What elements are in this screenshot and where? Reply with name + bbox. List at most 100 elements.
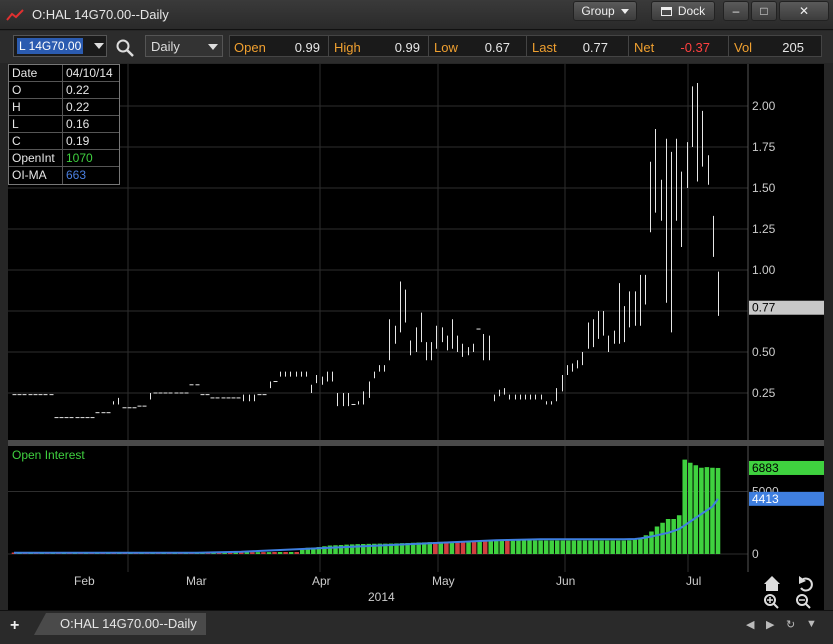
oi-bar <box>449 541 455 554</box>
minimize-icon: ‒ <box>732 4 740 18</box>
data-window-value: 0.22 <box>66 100 90 114</box>
data-window-row: H 0.22 <box>9 99 119 116</box>
tab-menu-icon[interactable]: ▼ <box>806 618 817 630</box>
price-tick-label: 2.00 <box>752 99 776 113</box>
quote-divider <box>628 36 629 56</box>
year-label: 2014 <box>368 590 395 604</box>
net-value: -0.37 <box>680 40 710 55</box>
data-window-row: O 0.22 <box>9 82 119 99</box>
chart-toolbar: L 14G70.00 Daily Open 0.99 High 0.99 Low… <box>0 31 833 63</box>
workspace-tab-bar: + O:HAL 14G70.00--Daily ◀ ▶ ↻ ▼ <box>0 610 833 644</box>
oi-bar <box>549 540 554 554</box>
last-label: Last <box>532 40 557 55</box>
oi-bar <box>654 526 660 554</box>
home-icon[interactable] <box>764 576 780 591</box>
oi-bar <box>527 540 532 554</box>
close-button[interactable]: ✕ <box>779 1 829 21</box>
data-window-value: 0.16 <box>66 117 90 131</box>
oi-bar <box>299 549 305 554</box>
open-interest-title: Open Interest <box>12 448 85 462</box>
tab-refresh-icon[interactable]: ↻ <box>786 618 795 631</box>
price-tick-label: 1.75 <box>752 140 776 154</box>
data-window: Date 04/10/14 O 0.22 H 0.22 L 0.16 C 0.19 OpenInt 1… <box>8 64 120 185</box>
oi-bar <box>532 540 538 554</box>
price-chart-pane[interactable]: 2.00 1.75 1.50 1.25 1.00 0.50 0.25 0.77 <box>8 64 824 440</box>
price-tick-label: 0.25 <box>752 386 776 400</box>
add-tab-icon[interactable]: + <box>10 617 19 635</box>
oi-bar <box>493 540 499 554</box>
date-axis[interactable]: Feb Mar Apr May Jun Jul 2014 <box>8 572 824 610</box>
oi-bar <box>261 552 266 554</box>
oi-bar <box>632 539 638 554</box>
symbol-dropdown-icon[interactable] <box>94 43 104 49</box>
chevron-down-icon <box>620 8 629 14</box>
chevron-down-icon <box>208 44 218 50</box>
oi-bar <box>521 540 527 554</box>
data-window-key: L <box>9 116 63 132</box>
quote-bar: Open 0.99 High 0.99 Low 0.67 Last 0.77 N… <box>229 35 822 57</box>
quote-divider <box>526 36 527 56</box>
data-window-value: 04/10/14 <box>66 66 113 80</box>
oi-bar <box>554 540 560 554</box>
oi-bar <box>516 540 521 554</box>
oi-bar <box>693 465 699 554</box>
oi-bar <box>477 541 482 554</box>
oi-bar <box>627 540 632 554</box>
price-chart[interactable]: 2.00 1.75 1.50 1.25 1.00 0.50 0.25 0.77 <box>8 64 824 440</box>
low-value: 0.67 <box>484 40 510 55</box>
oi-bar <box>599 540 604 554</box>
tab-next-icon[interactable]: ▶ <box>766 618 774 631</box>
oi-bar <box>582 540 588 554</box>
dock-button[interactable]: Dock <box>651 1 715 21</box>
chart-nav-controls <box>764 576 813 609</box>
tab-prev-icon[interactable]: ◀ <box>746 618 754 631</box>
date-tick-label: Apr <box>312 574 331 588</box>
data-window-row: Date 04/10/14 <box>9 65 119 82</box>
dock-label: Dock <box>677 4 706 18</box>
minimize-button[interactable]: ‒ <box>723 1 749 21</box>
oi-bar <box>499 540 505 554</box>
title-bar[interactable]: O:HAL 14G70.00--Daily Group Dock ‒ □ ✕ <box>0 0 833 30</box>
oi-bar <box>488 541 493 554</box>
open-interest-pane[interactable]: 5000 0 6883 4413 <box>8 446 824 572</box>
data-window-row: OpenInt 1070 <box>9 150 119 167</box>
low-label: Low <box>434 40 458 55</box>
search-icon[interactable] <box>115 38 135 58</box>
data-window-key: Date <box>9 65 63 81</box>
tab-label: O:HAL 14G70.00--Daily <box>60 616 197 631</box>
undo-icon[interactable] <box>799 576 813 592</box>
tab-chart[interactable]: O:HAL 14G70.00--Daily <box>34 613 206 635</box>
oi-bar <box>688 462 693 554</box>
date-tick-label: Mar <box>186 574 207 588</box>
oi-bar <box>699 467 704 554</box>
oi-bar <box>505 540 510 554</box>
date-tick-label: Feb <box>74 574 95 588</box>
oi-bar <box>566 540 571 554</box>
data-window-value: 663 <box>66 168 87 182</box>
oi-bar <box>710 467 715 554</box>
oi-bar <box>604 540 610 554</box>
zoom-in-icon[interactable] <box>764 594 779 609</box>
oi-bar <box>283 552 288 554</box>
oi-bar <box>510 540 516 554</box>
symbol-value: L 14G70.00 <box>17 38 84 54</box>
oi-bar <box>288 552 294 554</box>
quote-divider <box>728 36 729 56</box>
vol-label: Vol <box>734 40 753 55</box>
data-window-row: OI-MA 663 <box>9 167 119 184</box>
data-window-key: C <box>9 133 63 149</box>
oi-bar <box>272 552 277 554</box>
price-tick-label: 1.00 <box>752 263 776 277</box>
open-interest-chart[interactable]: 5000068834413 <box>8 446 824 572</box>
maximize-button[interactable]: □ <box>751 1 777 21</box>
group-button[interactable]: Group <box>573 1 637 21</box>
data-window-row: C 0.19 <box>9 133 119 150</box>
oi-bar <box>649 531 654 554</box>
symbol-input[interactable]: L 14G70.00 <box>13 35 107 57</box>
oi-bar <box>621 540 627 554</box>
zoom-out-icon[interactable] <box>796 594 811 609</box>
data-window-row: L 0.16 <box>9 116 119 133</box>
interval-select[interactable]: Daily <box>145 35 223 57</box>
oi-bar <box>277 552 283 554</box>
high-value: 0.99 <box>394 40 420 55</box>
